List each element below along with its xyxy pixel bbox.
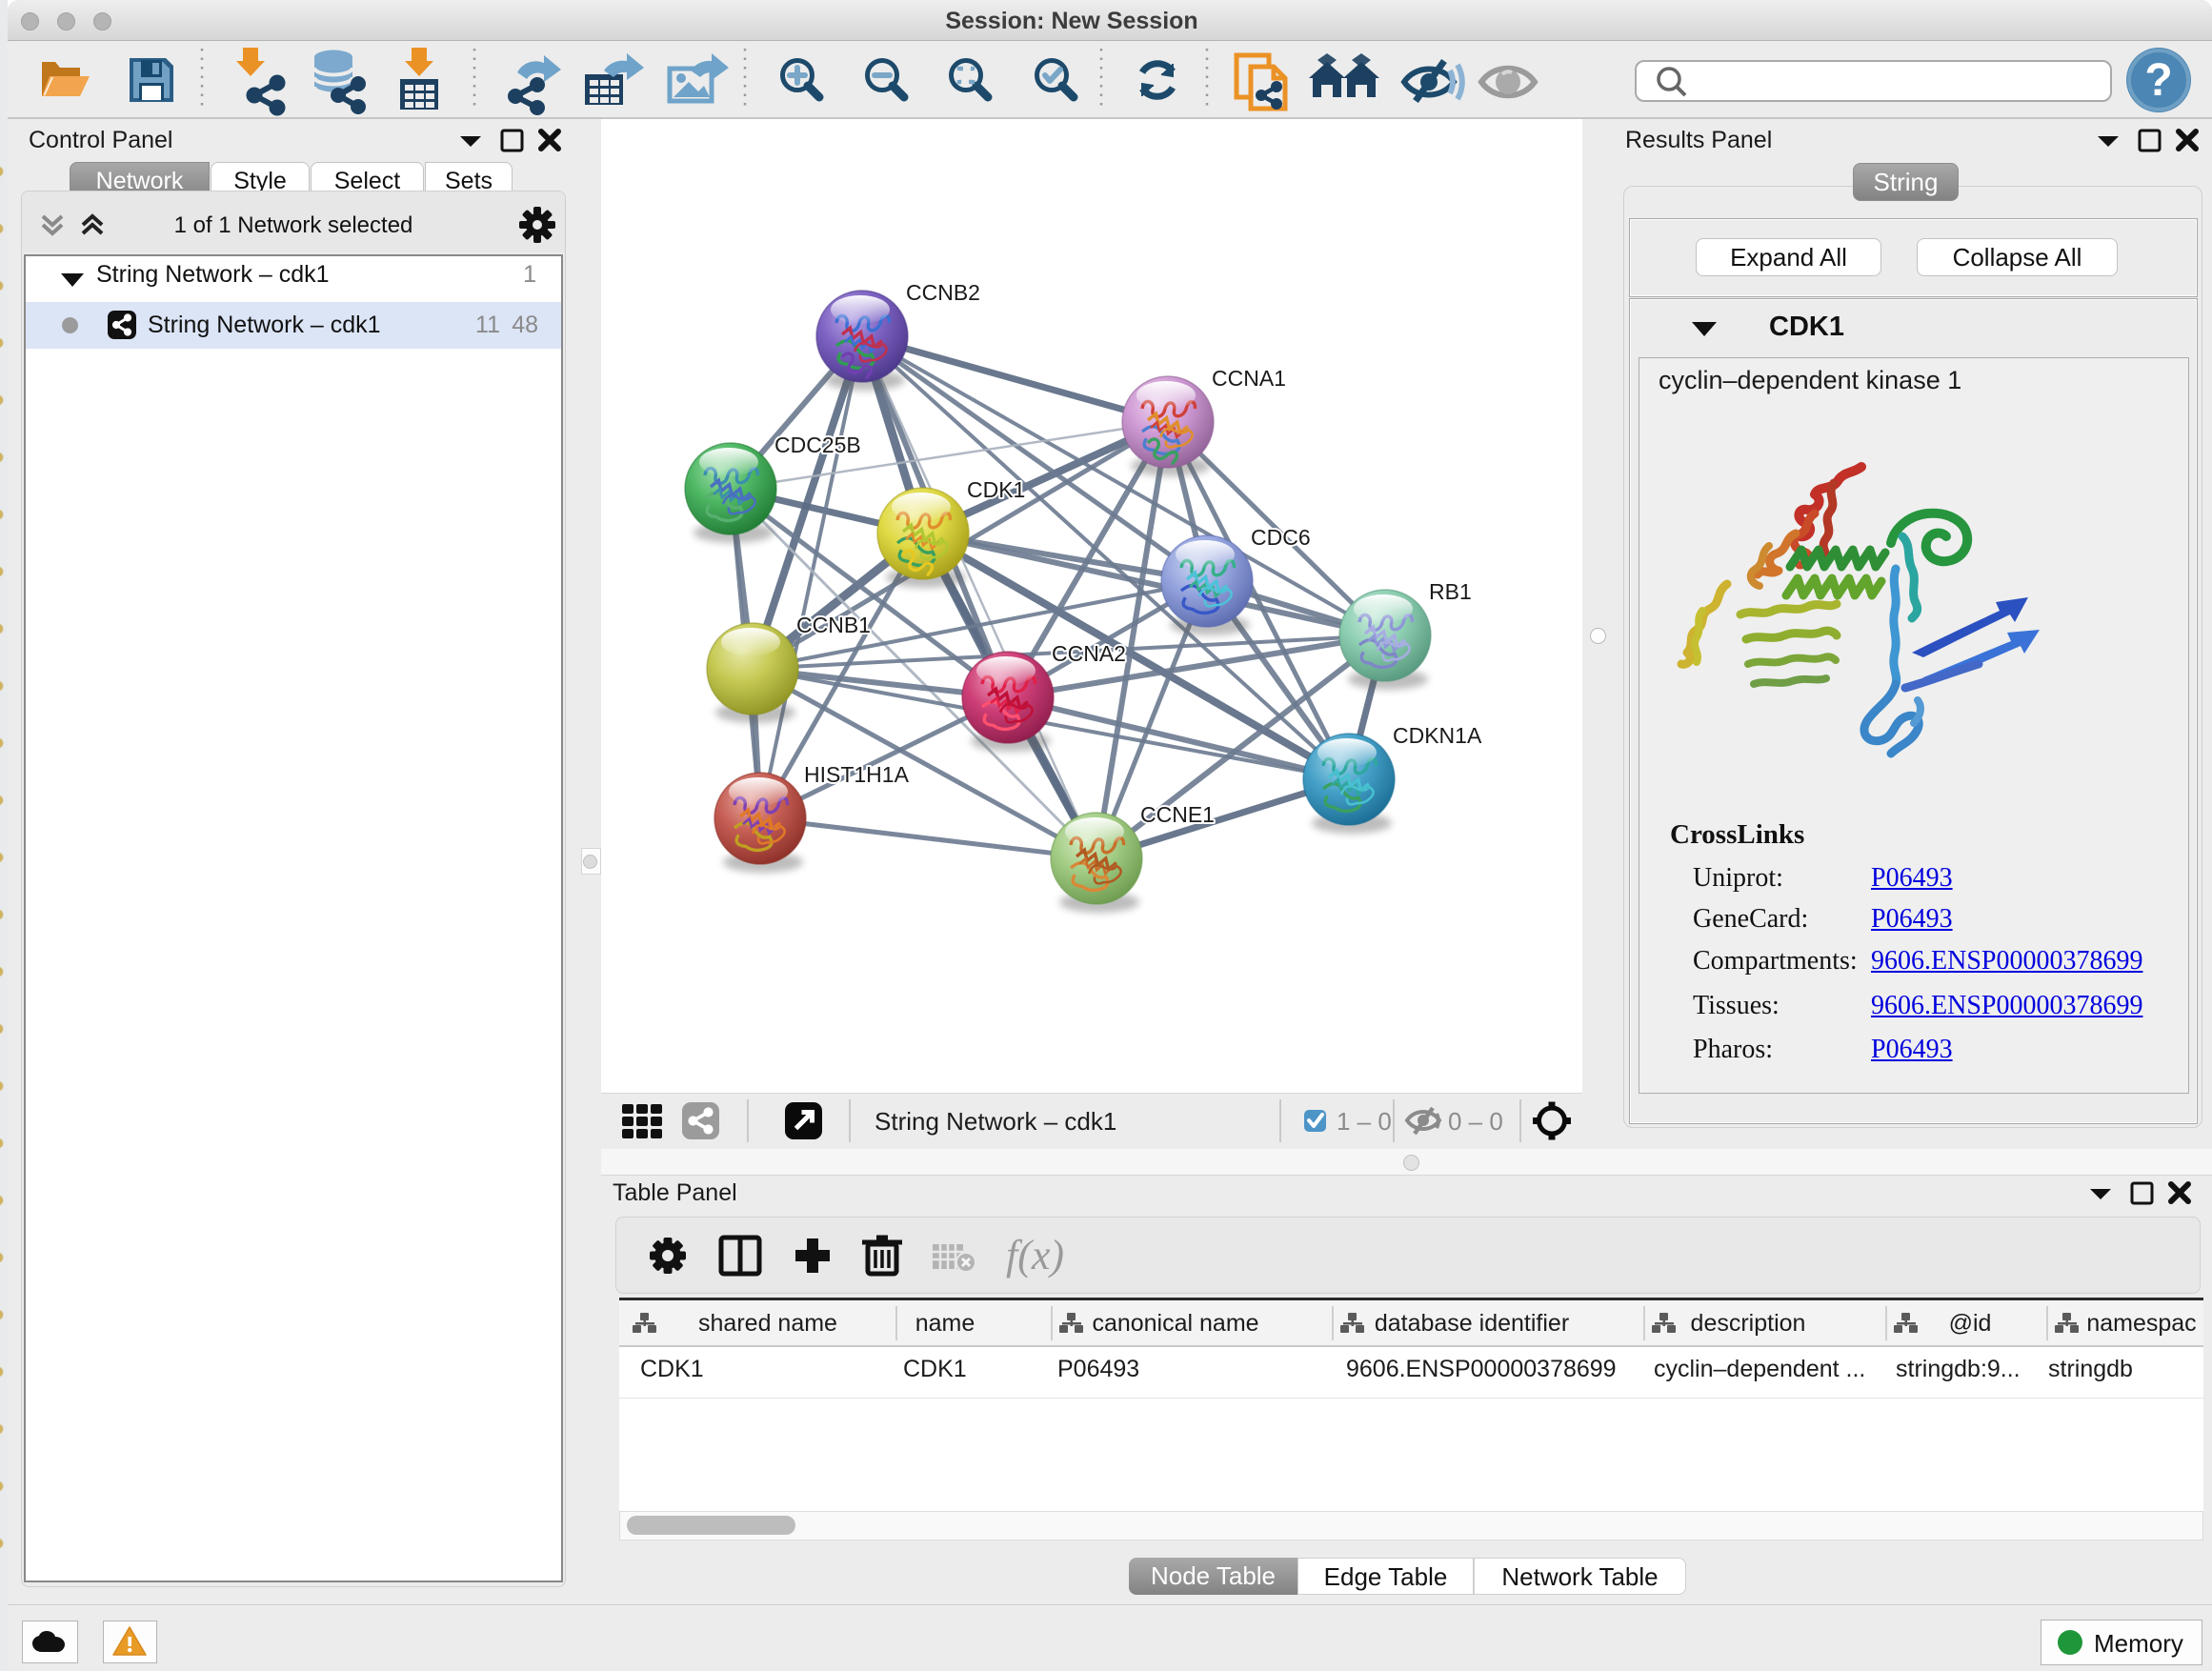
svg-text:shared name: shared name — [698, 1310, 837, 1337]
svg-text:CDK1: CDK1 — [967, 477, 1025, 502]
svg-text:CCNB2: CCNB2 — [906, 280, 980, 305]
svg-text:f(x): f(x) — [1006, 1232, 1064, 1278]
svg-text:CCNA2: CCNA2 — [1052, 641, 1126, 666]
svg-text:@id: @id — [1949, 1310, 1992, 1337]
svg-text:CDK1: CDK1 — [640, 1356, 704, 1382]
svg-text:9606.ENSP00000378699: 9606.ENSP00000378699 — [1346, 1356, 1617, 1382]
svg-text:String Network – cdk1: String Network – cdk1 — [875, 1107, 1116, 1136]
svg-text:P06493: P06493 — [1057, 1356, 1139, 1382]
svg-text:CCNE1: CCNE1 — [1140, 802, 1215, 827]
svg-text:CDK1: CDK1 — [903, 1356, 967, 1382]
svg-text:stringdb:9...: stringdb:9... — [1896, 1356, 2021, 1382]
svg-text:database identifier: database identifier — [1375, 1310, 1569, 1337]
svg-text:HIST1H1A: HIST1H1A — [804, 762, 910, 787]
svg-text:canonical name: canonical name — [1092, 1310, 1258, 1337]
svg-text:cyclin–dependent ...: cyclin–dependent ... — [1654, 1356, 1865, 1382]
svg-text:RB1: RB1 — [1429, 579, 1472, 604]
svg-text:CDC6: CDC6 — [1251, 525, 1311, 550]
svg-text:namespac: namespac — [2086, 1310, 2196, 1337]
svg-text:stringdb: stringdb — [2048, 1356, 2133, 1382]
svg-text:CCNA1: CCNA1 — [1212, 366, 1286, 391]
svg-text:CCNB1: CCNB1 — [796, 613, 871, 637]
svg-text:name: name — [915, 1310, 975, 1337]
svg-text:CDKN1A: CDKN1A — [1393, 723, 1482, 748]
svg-text:0 – 0: 0 – 0 — [1448, 1107, 1503, 1136]
svg-text:1 – 0: 1 – 0 — [1337, 1107, 1392, 1136]
svg-text:description: description — [1691, 1310, 1806, 1337]
svg-text:?: ? — [2144, 55, 2172, 106]
svg-text:CDC25B: CDC25B — [774, 433, 861, 457]
